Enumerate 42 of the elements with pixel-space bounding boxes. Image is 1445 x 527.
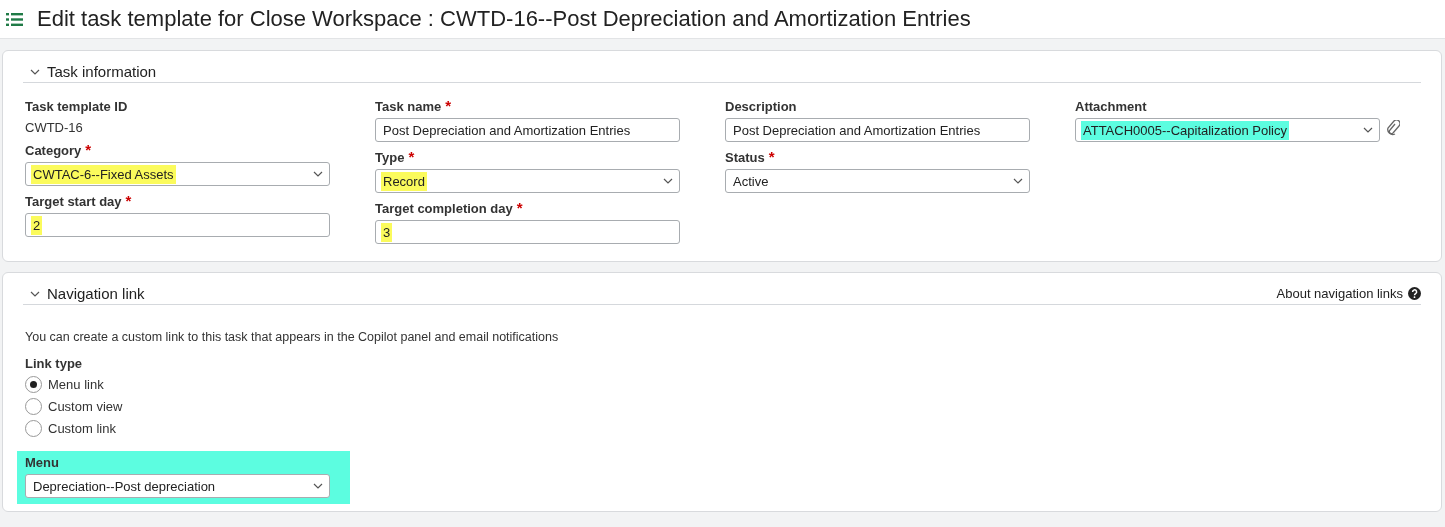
input-field[interactable]: 3	[375, 220, 680, 244]
radio-label[interactable]: Custom view	[48, 399, 123, 414]
info-text: You can create a custom link to this task that appears in the Copilot panel and email notifications	[25, 330, 559, 344]
field-label: Task name *	[375, 99, 452, 114]
radio-button[interactable]	[25, 420, 42, 437]
dropdown-field[interactable]: CWTAC-6--Fixed Assets	[25, 162, 330, 186]
dropdown-field[interactable]: Depreciation--Post depreciation	[25, 474, 330, 498]
list-icon[interactable]	[6, 12, 23, 26]
dropdown-field[interactable]: Record	[375, 169, 680, 193]
chevron-down-icon[interactable]	[29, 67, 41, 76]
chevron-down-icon	[312, 482, 324, 490]
radio-button[interactable]	[25, 376, 42, 393]
help-link[interactable]: About navigation links	[1276, 286, 1403, 301]
radio-button[interactable]	[25, 398, 42, 415]
field-value: CWTD-16	[25, 120, 83, 135]
field-label: Status *	[725, 150, 775, 165]
chevron-down-icon	[662, 177, 674, 185]
section-title: Task information	[47, 63, 157, 80]
dropdown-field[interactable]: Active	[725, 169, 1030, 193]
input-field[interactable]: Post Depreciation and Amortization Entries	[375, 118, 680, 142]
field-label: Target completion day *	[375, 201, 523, 216]
chevron-down-icon	[1362, 126, 1374, 134]
radio-label[interactable]: Menu link	[48, 377, 104, 392]
field-label: Target start day *	[25, 194, 132, 209]
field-label: Menu	[25, 455, 59, 470]
field-label: Attachment	[1075, 99, 1147, 114]
page-title: Edit task template for Close Workspace : CWTD-16--Post Depreciation and Amortization Entries	[37, 6, 971, 32]
section-title: Navigation link	[47, 285, 145, 302]
chevron-down-icon	[1012, 177, 1024, 185]
input-field[interactable]: Post Depreciation and Amortization Entries	[725, 118, 1030, 142]
input-field[interactable]: 2	[25, 213, 330, 237]
help-icon[interactable]	[1408, 287, 1421, 300]
field-label: Description	[725, 99, 797, 114]
field-label: Type *	[375, 150, 415, 165]
dropdown-field[interactable]: ATTACH0005--Capitalization Policy	[1075, 118, 1380, 142]
field-label: Category *	[25, 143, 92, 158]
chevron-down-icon	[312, 170, 324, 178]
radio-label[interactable]: Custom link	[48, 421, 116, 436]
field-label: Task template ID	[25, 99, 128, 114]
chevron-down-icon[interactable]	[29, 289, 41, 298]
paperclip-icon[interactable]	[1386, 120, 1400, 136]
field-label: Link type	[25, 356, 83, 371]
